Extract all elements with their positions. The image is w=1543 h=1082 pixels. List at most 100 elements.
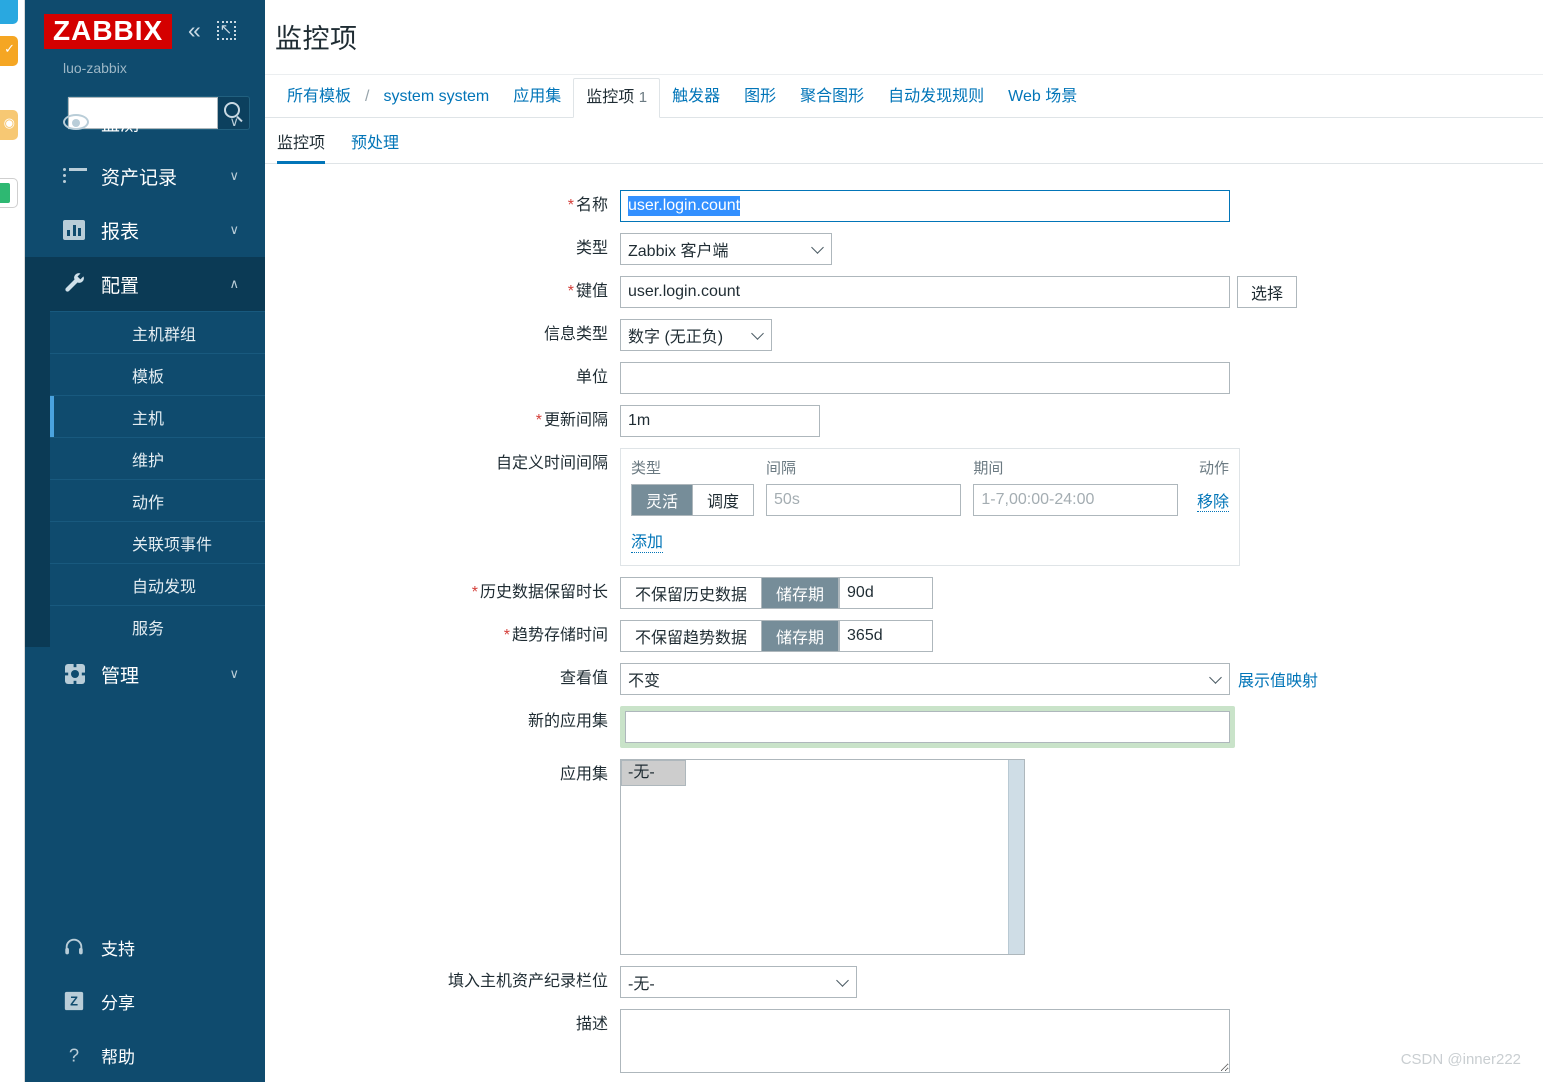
history-value-input[interactable] bbox=[839, 577, 934, 609]
show-value-mappings-link[interactable]: 展示值映射 bbox=[1238, 667, 1318, 691]
form-row-history: * 历史数据保留时长 不保留历史数据 储存期 bbox=[265, 577, 1543, 609]
update-interval-input[interactable] bbox=[620, 405, 820, 437]
main-content: 监控项 所有模板 / system system 应用集 监控项 1 触发器 图… bbox=[265, 0, 1543, 1082]
table-row: 灵活 调度 移除 bbox=[631, 484, 1229, 516]
extension-green-icon[interactable] bbox=[0, 178, 18, 208]
extension-orange-icon[interactable]: ✓ bbox=[0, 36, 18, 66]
period-input[interactable] bbox=[973, 484, 1179, 516]
value-view-field-wrap: 不变 展示值映射 bbox=[620, 663, 1543, 695]
remove-interval-link[interactable]: 移除 bbox=[1196, 494, 1229, 512]
chevron-down-icon: ∨ bbox=[229, 168, 239, 183]
extension-rss-glyph: ◉ bbox=[3, 115, 15, 130]
sidebar-subitem-label: 维护 bbox=[132, 452, 165, 470]
extension-rss-icon[interactable]: ◉ bbox=[0, 110, 18, 140]
breadcrumb-screens[interactable]: 聚合图形 bbox=[788, 77, 876, 117]
col-header-period: 期间 bbox=[973, 460, 1004, 477]
tab-item[interactable]: 监控项 bbox=[277, 119, 326, 164]
trends-value-input[interactable] bbox=[839, 620, 934, 652]
value-view-label: 查看值 bbox=[559, 670, 608, 687]
breadcrumb-web-scenarios[interactable]: Web 场景 bbox=[996, 77, 1089, 117]
sidebar-item-configuration-label: 配置 bbox=[101, 275, 140, 297]
applications-label: 应用集 bbox=[559, 766, 608, 783]
breadcrumb-discovery-rules[interactable]: 自动发现规则 bbox=[876, 77, 996, 117]
breadcrumb-graphs[interactable]: 图形 bbox=[732, 77, 788, 117]
trends-label: * 趋势存储时间 bbox=[265, 620, 620, 652]
sidebar-item-help[interactable]: ? 帮助 bbox=[25, 1028, 265, 1082]
description-textarea[interactable] bbox=[620, 1009, 1230, 1073]
sidebar-item-reports[interactable]: 报表 ∨ bbox=[25, 203, 265, 257]
sidebar-item-administration[interactable]: 管理 ∨ bbox=[25, 647, 265, 701]
select-key-button[interactable]: 选择 bbox=[1237, 276, 1297, 308]
key-label-text: 键值 bbox=[575, 283, 608, 300]
applications-listbox[interactable]: -无- bbox=[620, 759, 1025, 955]
sidebar-item-configuration[interactable]: 配置 ∧ bbox=[25, 257, 265, 311]
sidebar-item-administration-label: 管理 bbox=[101, 665, 140, 687]
toggle-no-history[interactable]: 不保留历史数据 bbox=[621, 578, 763, 608]
sidebar-item-inventory[interactable]: 资产记录 ∨ bbox=[25, 149, 265, 203]
chevron-down-icon: ∨ bbox=[229, 666, 239, 681]
trends-label-text: 趋势存储时间 bbox=[511, 627, 608, 644]
toggle-history-storage-period[interactable]: 储存期 bbox=[762, 578, 839, 608]
list-item[interactable]: -无- bbox=[621, 760, 686, 786]
type-select[interactable]: Zabbix 客户端 bbox=[620, 233, 832, 265]
wrench-icon bbox=[63, 272, 101, 296]
breadcrumb-all-templates[interactable]: 所有模板 bbox=[275, 77, 363, 117]
zabbix-z-icon: Z bbox=[63, 990, 101, 1012]
chevron-down-icon bbox=[1209, 671, 1222, 684]
sidebar-item-actions[interactable]: 动作 bbox=[50, 479, 265, 521]
sidebar-item-host-groups[interactable]: 主机群组 bbox=[50, 311, 265, 353]
update-interval-label: * 更新间隔 bbox=[265, 405, 620, 437]
sidebar-item-event-correlation[interactable]: 关联项事件 bbox=[50, 521, 265, 563]
info-type-label: 信息类型 bbox=[543, 326, 608, 343]
new-application-highlight bbox=[620, 706, 1235, 748]
add-interval-link[interactable]: 添加 bbox=[631, 528, 664, 553]
key-input[interactable] bbox=[620, 276, 1230, 308]
toggle-scheduling[interactable]: 调度 bbox=[693, 485, 754, 515]
key-field-wrap: 选择 bbox=[620, 276, 1543, 308]
sidebar-item-share[interactable]: Z 分享 bbox=[25, 974, 265, 1028]
tab-preprocessing[interactable]: 预处理 bbox=[351, 119, 399, 163]
form-row-applications: 应用集 -无- bbox=[265, 759, 1543, 955]
chevron-down-icon bbox=[811, 241, 824, 254]
list-icon bbox=[63, 168, 101, 184]
chevron-up-icon: ∧ bbox=[229, 276, 239, 291]
breadcrumb-items-current[interactable]: 监控项 1 bbox=[573, 78, 661, 118]
units-input[interactable] bbox=[620, 362, 1230, 394]
zabbix-item-configuration-page: ✓ ◉ ZABBIX « luo-zabbix 监测 ∨ bbox=[0, 0, 1543, 1082]
extension-blue-icon[interactable] bbox=[0, 0, 18, 24]
form-row-update-interval: * 更新间隔 bbox=[265, 405, 1543, 437]
interval-input[interactable] bbox=[766, 484, 962, 516]
breadcrumb: 所有模板 / system system 应用集 监控项 1 触发器 图形 聚合… bbox=[265, 74, 1543, 118]
toggle-no-trends[interactable]: 不保留趋势数据 bbox=[621, 621, 763, 651]
sidebar-item-templates[interactable]: 模板 bbox=[50, 353, 265, 395]
value-view-select[interactable]: 不变 bbox=[620, 663, 1230, 695]
new-application-input[interactable] bbox=[625, 711, 1230, 743]
chevron-down-icon: ∨ bbox=[229, 114, 239, 129]
double-chevron-left-icon[interactable]: « bbox=[188, 19, 201, 42]
update-interval-field-wrap bbox=[620, 405, 1543, 437]
sidebar-item-monitoring[interactable]: 监测 ∨ bbox=[25, 95, 265, 149]
sidebar-controls: « bbox=[188, 19, 236, 42]
custom-intervals-label: 自定义时间间隔 bbox=[495, 455, 608, 472]
listbox-scrollbar[interactable] bbox=[1008, 760, 1024, 954]
breadcrumb-triggers[interactable]: 触发器 bbox=[660, 77, 732, 117]
toggle-trends-storage-period[interactable]: 储存期 bbox=[762, 621, 839, 651]
name-input-value: user.login.count bbox=[628, 196, 741, 216]
sidebar-header: ZABBIX « luo-zabbix bbox=[25, 0, 265, 130]
info-type-select[interactable]: 数字 (无正负) bbox=[620, 319, 772, 351]
sidebar-item-hosts[interactable]: 主机 bbox=[50, 395, 265, 437]
custom-intervals-header: 类型 间隔 期间 动作 bbox=[631, 457, 1229, 484]
name-input[interactable]: user.login.count bbox=[620, 190, 1230, 222]
sidebar-item-support[interactable]: 支持 bbox=[25, 920, 265, 974]
sidebar-subitem-label: 主机群组 bbox=[132, 326, 197, 344]
chevron-down-icon bbox=[836, 974, 849, 987]
inventory-field-select[interactable]: -无- bbox=[620, 966, 857, 998]
toggle-flexible[interactable]: 灵活 bbox=[632, 485, 694, 515]
breadcrumb-host[interactable]: system system bbox=[371, 77, 501, 117]
breadcrumb-applications[interactable]: 应用集 bbox=[501, 77, 573, 117]
sidebar-item-services[interactable]: 服务 bbox=[50, 605, 265, 647]
sidebar-item-maintenance[interactable]: 维护 bbox=[50, 437, 265, 479]
zabbix-logo[interactable]: ZABBIX bbox=[44, 14, 173, 50]
compact-view-icon[interactable] bbox=[216, 20, 236, 40]
sidebar-item-discovery[interactable]: 自动发现 bbox=[50, 563, 265, 605]
